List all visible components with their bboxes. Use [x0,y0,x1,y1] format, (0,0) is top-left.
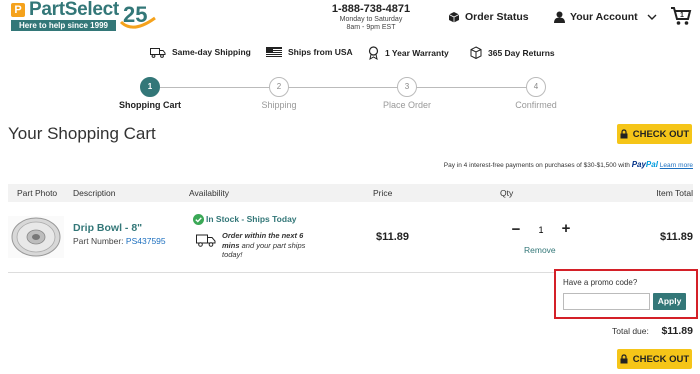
col-description: Description [73,188,116,198]
promo-code-label: Have a promo code? [563,278,638,287]
paypal-logo-suffix: Pal [645,160,658,169]
shipping-cutoff-message: Order within the next 6 mins and your pa… [222,231,306,259]
part-number-link[interactable]: PS437595 [126,236,166,246]
step-3-label: Place Order [382,100,432,110]
box-icon [470,46,482,59]
checkout-button-bottom[interactable]: CHECK OUT [617,349,692,369]
progress-line [160,87,537,88]
logo-name[interactable]: PartSelect [29,0,119,20]
step-2-circle: 2 [269,77,289,97]
box-icon [448,12,460,23]
apply-promo-button[interactable]: Apply [653,293,686,310]
item-total: $11.89 [659,231,693,243]
feature-returns: 365 Day Returns [470,46,555,59]
product-thumbnail[interactable] [8,216,64,258]
logo-tagline: Here to help since 1999 [11,20,116,31]
paypal-logo: Pay [631,160,646,169]
page-title: Your Shopping Cart [8,124,156,143]
learn-more-link[interactable]: Learn more [660,162,693,169]
account-menu[interactable]: Your Account [554,10,657,24]
promo-code-input[interactable] [563,293,650,310]
unit-price: $11.89 [376,231,410,243]
step-1-circle: 1 [140,77,160,97]
logo-icon[interactable]: P [11,3,25,17]
user-icon [554,11,565,23]
anniversary-25-logo: 25 [119,2,156,29]
total-due-label: Total due: [612,326,649,336]
lock-icon [620,354,628,364]
step-4-circle: 4 [526,77,546,97]
step-3-circle: 3 [397,77,417,97]
cart-icon[interactable]: 1 [670,5,692,27]
svg-text:25: 25 [123,2,147,27]
us-flag-icon [266,47,282,57]
lock-icon [620,129,628,139]
step-1-label: Shopping Cart [119,100,181,110]
chevron-down-icon [647,14,657,20]
col-price: Price [373,188,393,198]
truck-icon [196,234,216,247]
ribbon-icon [368,46,379,60]
col-availability: Availability [189,188,230,198]
feature-ships-from-usa: Ships from USA [266,46,353,58]
step-4-label: Confirmed [515,100,557,110]
feature-warranty: 1 Year Warranty [368,46,449,60]
order-status-link[interactable]: Order Status [448,10,529,24]
support-phone[interactable]: 1-888-738-4871 [320,3,422,15]
truck-icon [150,47,166,58]
stock-status: In Stock - Ships Today [193,213,297,225]
step-2-label: Shipping [261,100,297,110]
checkout-button-top[interactable]: CHECK OUT [617,124,692,144]
total-due-value: $11.89 [661,325,693,337]
check-circle-icon [193,213,204,225]
col-qty: Qty [500,188,514,198]
product-name-link[interactable]: Drip Bowl - 8" [73,222,142,235]
qty-decrease-button[interactable]: − [509,222,523,238]
col-part-photo: Part Photo [17,188,58,198]
paypal-pay-in-4-banner: Pay in 4 interest-free payments on purch… [443,160,693,169]
feature-same-day-shipping: Same-day Shipping [150,46,251,58]
col-item-total: Item Total [656,188,693,198]
support-hours: Monday to Saturday 8am - 9pm EST [339,16,403,31]
qty-increase-button[interactable]: + [558,221,574,237]
part-number: Part Number: PS437595 [73,236,166,246]
qty-input[interactable] [528,222,554,238]
svg-text:1: 1 [680,12,684,19]
remove-item-link[interactable]: Remove [524,245,556,256]
